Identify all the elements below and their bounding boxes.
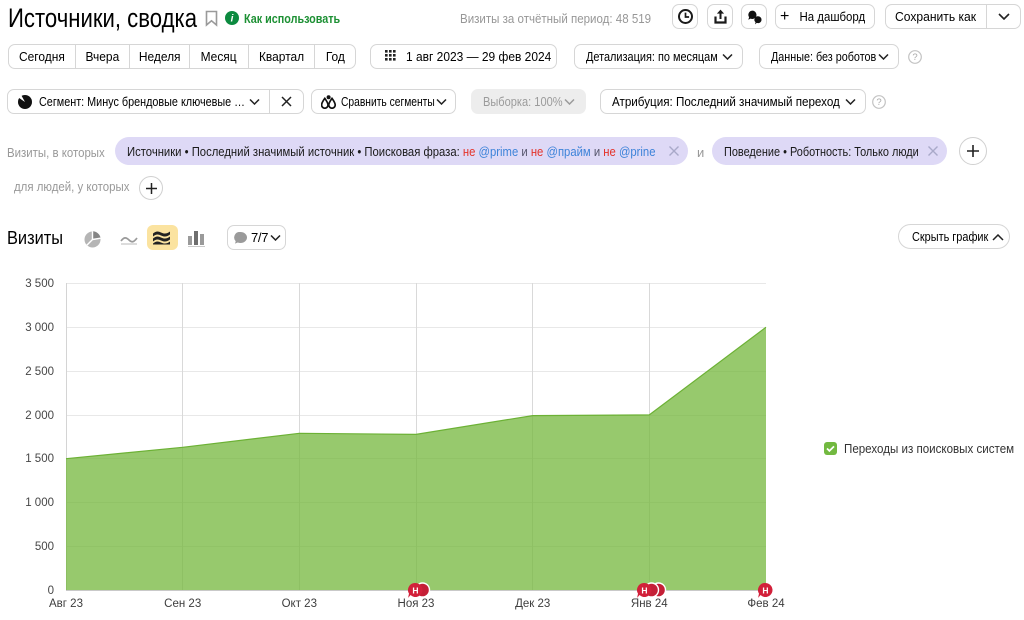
svg-text:Сен 23: Сен 23 bbox=[164, 598, 201, 610]
svg-text:Окт 23: Окт 23 bbox=[282, 598, 317, 610]
svg-text:3 000: 3 000 bbox=[25, 322, 54, 334]
svg-text:2 500: 2 500 bbox=[25, 366, 54, 378]
svg-text:1 000: 1 000 bbox=[25, 497, 54, 509]
svg-text:Н: Н bbox=[412, 586, 418, 596]
svg-text:Фев 24: Фев 24 bbox=[747, 598, 785, 610]
svg-text:Янв 24: Янв 24 bbox=[631, 598, 668, 610]
svg-text:500: 500 bbox=[35, 541, 54, 553]
svg-text:1 500: 1 500 bbox=[25, 453, 54, 465]
svg-text:2 000: 2 000 bbox=[25, 410, 54, 422]
svg-text:0: 0 bbox=[48, 585, 54, 597]
svg-text:Ноя 23: Ноя 23 bbox=[398, 598, 435, 610]
svg-text:Н: Н bbox=[762, 586, 768, 596]
svg-text:Н: Н bbox=[641, 586, 647, 596]
svg-text:3 500: 3 500 bbox=[25, 278, 54, 290]
svg-text:Дек 23: Дек 23 bbox=[515, 598, 550, 610]
svg-text:Авг 23: Авг 23 bbox=[49, 598, 83, 610]
